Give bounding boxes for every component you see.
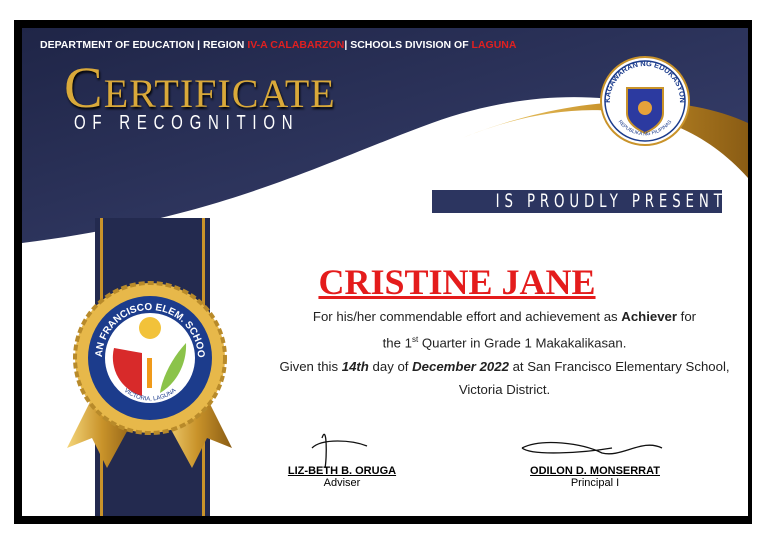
certificate: SAN FRANCISCO ELEM. SCHOOL VICTORIA, LAG… bbox=[22, 28, 748, 516]
award-statement: For his/her commendable effort and achie… bbox=[312, 309, 697, 351]
adviser-name: LIZ-BETH B. ORUGA bbox=[287, 465, 397, 477]
deped-seal: KAGAWARAN NG EDUKASYON REPUBLIKA NG PILI… bbox=[600, 56, 690, 146]
presented-to-banner: IS PROUDLY PRESENTED TO bbox=[432, 190, 748, 213]
given-statement: Given this 14th day of December 2022 at … bbox=[279, 359, 730, 397]
principal-signatory: ODILON D. MONSERRAT Principal I bbox=[517, 465, 673, 489]
recipient-name: CRISTINE JANE bbox=[318, 262, 596, 302]
adviser-title: Adviser bbox=[323, 477, 361, 489]
certificate-title: CERTIFICATE bbox=[64, 55, 336, 120]
adviser-signature bbox=[311, 433, 368, 469]
adviser-signatory: LIZ-BETH B. ORUGA Adviser bbox=[272, 465, 412, 489]
principal-title: Principal I bbox=[570, 477, 620, 489]
department-header: DEPARTMENT OF EDUCATION | REGION IV-A CA… bbox=[40, 39, 517, 51]
certificate-subtitle: OF RECOGNITION bbox=[74, 112, 300, 134]
principal-signature bbox=[521, 441, 663, 455]
principal-name: ODILON D. MONSERRAT bbox=[530, 465, 660, 477]
